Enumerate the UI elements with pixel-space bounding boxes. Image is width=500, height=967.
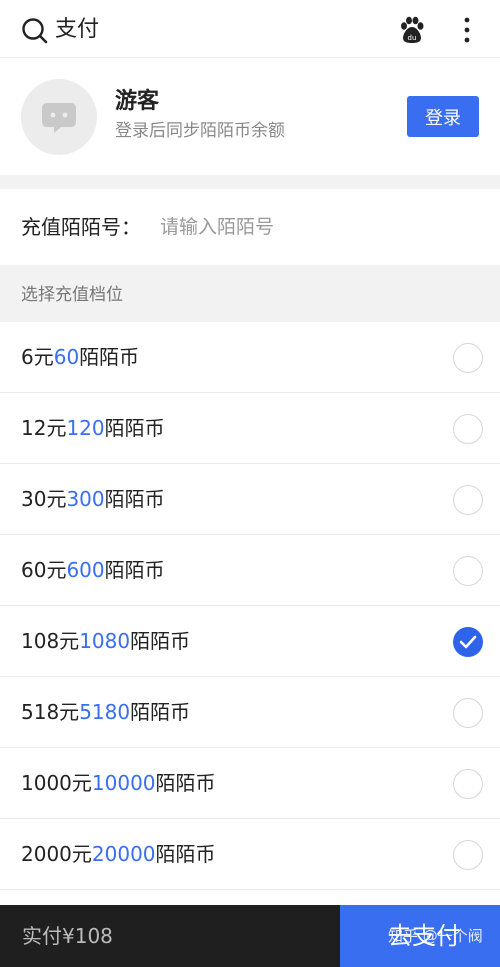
option-price: 6元: [21, 345, 54, 369]
option-price: 518元: [21, 700, 80, 724]
option-price: 60元: [21, 558, 67, 582]
radio-button[interactable]: [453, 343, 483, 373]
recharge-option[interactable]: 1000元10000陌陌币: [0, 748, 500, 819]
pay-button[interactable]: 去支付 知乎 @一个阀: [340, 905, 500, 967]
option-unit: 陌陌币: [130, 700, 191, 724]
login-button[interactable]: 登录: [407, 96, 479, 137]
option-coins: 10000: [91, 771, 156, 795]
recharge-option[interactable]: 30元300陌陌币: [0, 464, 500, 535]
avatar: [21, 79, 97, 155]
recharge-option[interactable]: 518元5180陌陌币: [0, 677, 500, 748]
option-unit: 陌陌币: [104, 558, 165, 582]
recharge-option[interactable]: 2000元20000陌陌币: [0, 819, 500, 890]
divider-gap: [0, 175, 500, 189]
bottom-pay-bar: 实付¥108 去支付 知乎 @一个阀: [0, 905, 500, 967]
option-label: 30元300陌陌币: [21, 485, 165, 513]
account-row: 充值陌陌号：: [0, 189, 500, 265]
recharge-options-list: 6元60陌陌币 12元120陌陌币 30元300陌陌币 60元600陌陌币 10…: [0, 322, 500, 890]
section-title: 选择充值档位: [21, 285, 123, 305]
total-panel: 实付¥108: [0, 905, 340, 967]
option-coins: 300: [66, 487, 105, 511]
recharge-option-selected[interactable]: 108元1080陌陌币: [0, 606, 500, 677]
search-icon[interactable]: [20, 16, 50, 46]
option-coins: 1080: [79, 629, 131, 653]
option-price: 30元: [21, 487, 67, 511]
page-title: 支付: [55, 17, 100, 42]
option-label: 1000元10000陌陌币: [21, 769, 216, 797]
baidu-paw-icon[interactable]: du: [398, 16, 426, 44]
option-label: 2000元20000陌陌币: [21, 840, 216, 868]
top-bar: 支付 du: [0, 0, 500, 58]
chat-bubble-icon: [42, 103, 76, 133]
option-unit: 陌陌币: [130, 629, 191, 653]
account-label: 充值陌陌号：: [21, 215, 141, 239]
option-label: 12元120陌陌币: [21, 414, 165, 442]
radio-button[interactable]: [453, 414, 483, 444]
option-coins: 600: [66, 558, 105, 582]
option-unit: 陌陌币: [155, 771, 216, 795]
option-label: 6元60陌陌币: [21, 343, 139, 371]
watermark: 知乎 @一个阀: [388, 927, 483, 945]
radio-button[interactable]: [453, 769, 483, 799]
section-header: 选择充值档位: [0, 265, 500, 322]
user-name: 游客: [115, 89, 160, 114]
profile-card: 游客 登录后同步陌陌币余额 登录: [0, 59, 500, 175]
option-price: 2000元: [21, 842, 92, 866]
option-label: 108元1080陌陌币: [21, 627, 190, 655]
option-unit: 陌陌币: [104, 416, 165, 440]
option-label: 60元600陌陌币: [21, 556, 165, 584]
svg-text:du: du: [408, 34, 417, 42]
option-unit: 陌陌币: [79, 345, 140, 369]
radio-button[interactable]: [453, 698, 483, 728]
radio-button[interactable]: [453, 485, 483, 515]
recharge-option[interactable]: 12元120陌陌币: [0, 393, 500, 464]
option-coins: 5180: [79, 700, 131, 724]
option-unit: 陌陌币: [155, 842, 216, 866]
radio-button[interactable]: [453, 840, 483, 870]
option-price: 12元: [21, 416, 67, 440]
total-amount: 实付¥108: [22, 924, 113, 948]
option-coins: 60: [53, 345, 80, 369]
option-coins: 20000: [91, 842, 156, 866]
option-price: 1000元: [21, 771, 92, 795]
option-price: 108元: [21, 629, 80, 653]
radio-button[interactable]: [453, 556, 483, 586]
option-label: 518元5180陌陌币: [21, 698, 190, 726]
recharge-option[interactable]: 6元60陌陌币: [0, 322, 500, 393]
radio-button-checked[interactable]: [453, 627, 483, 657]
account-input[interactable]: [160, 211, 480, 243]
more-vertical-icon[interactable]: [457, 16, 477, 44]
recharge-option[interactable]: 60元600陌陌币: [0, 535, 500, 606]
option-coins: 120: [66, 416, 105, 440]
login-hint: 登录后同步陌陌币余额: [115, 121, 285, 141]
checkmark-icon: [459, 635, 477, 649]
option-unit: 陌陌币: [104, 487, 165, 511]
